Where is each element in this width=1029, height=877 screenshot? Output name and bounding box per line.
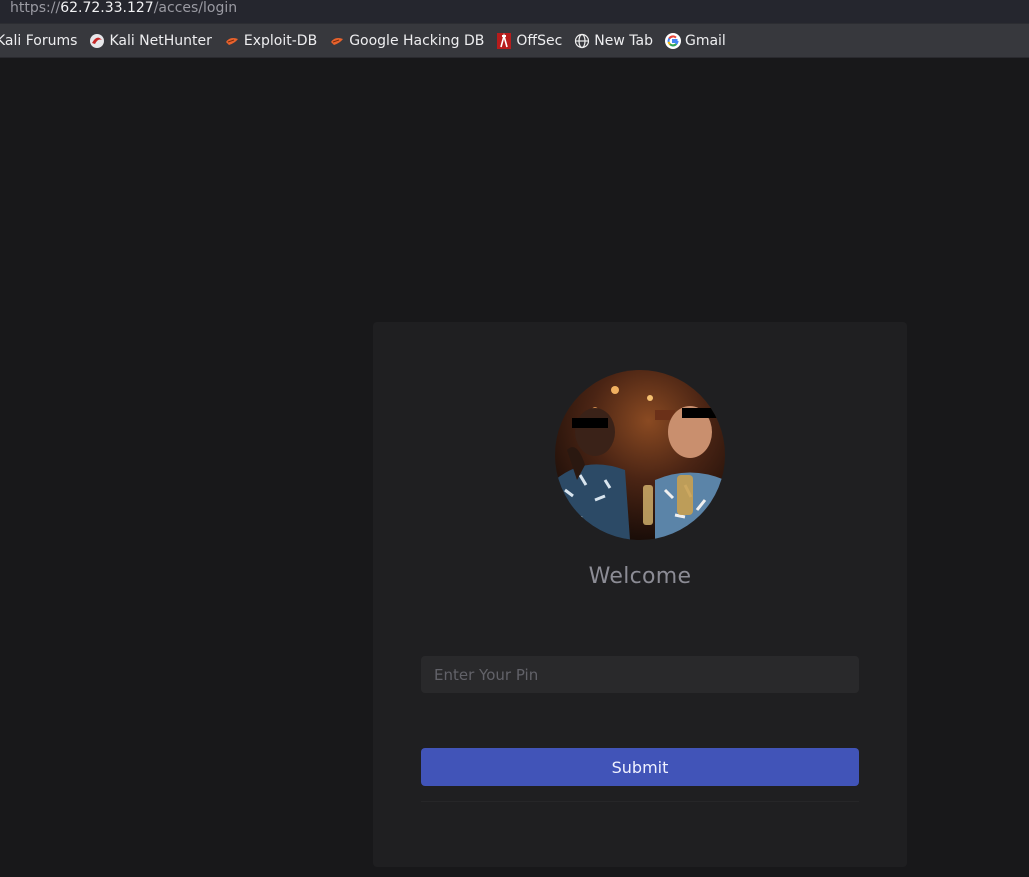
exploit-db-icon <box>329 33 345 49</box>
bookmark-gmail[interactable]: Gmail <box>664 32 726 49</box>
address-bar[interactable]: https://62.72.33.127/acces/login <box>0 0 1029 23</box>
bookmark-offsec[interactable]: OffSec <box>496 32 563 49</box>
url-path: /acces/login <box>153 0 238 16</box>
google-icon <box>664 32 681 49</box>
bookmark-label: OffSec <box>516 32 563 49</box>
exploit-db-icon <box>224 33 240 49</box>
nethunter-icon <box>89 33 105 49</box>
bookmark-label: Google Hacking DB <box>349 32 485 49</box>
avatar <box>555 370 725 540</box>
bookmark-google-hacking-db[interactable]: Google Hacking DB <box>329 33 484 49</box>
bookmark-label: Gmail <box>684 32 726 49</box>
bookmark-label: Kali NetHunter <box>109 32 212 49</box>
bookmark-kali-forums[interactable]: Kali Forums <box>0 33 77 49</box>
bookmark-kali-nethunter[interactable]: Kali NetHunter <box>89 32 212 49</box>
bookmark-exploit-db[interactable]: Exploit-DB <box>224 33 317 49</box>
pin-input[interactable] <box>421 656 859 693</box>
divider <box>421 801 859 802</box>
login-card: Welcome Submit <box>373 322 907 867</box>
url-scheme: https:// <box>10 0 61 16</box>
bookmark-label: Kali Forums <box>0 32 78 49</box>
bookmark-label: New Tab <box>594 32 653 49</box>
bookmark-new-tab[interactable]: New Tab <box>574 33 653 49</box>
globe-icon <box>574 33 590 49</box>
welcome-heading: Welcome <box>588 564 692 589</box>
bookmark-label: Exploit-DB <box>243 32 318 49</box>
bookmarks-bar: Kali Forums Kali NetHunter Exploit-DB Go… <box>0 23 1029 58</box>
url-host: 62.72.33.127 <box>60 0 154 16</box>
offsec-icon <box>496 32 512 49</box>
submit-button[interactable]: Submit <box>421 748 859 786</box>
